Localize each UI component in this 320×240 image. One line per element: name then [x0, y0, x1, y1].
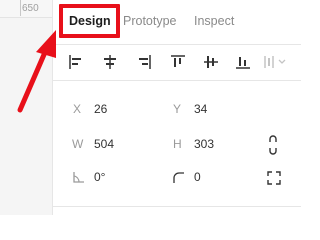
y-label: Y	[173, 102, 182, 116]
align-bottom-icon[interactable]	[233, 52, 253, 72]
independent-corners-icon[interactable]	[266, 170, 282, 186]
corner-radius-icon	[173, 172, 184, 183]
height-field[interactable]: H 303	[167, 135, 257, 155]
x-field[interactable]: X 26	[67, 100, 157, 120]
align-horizontal-center-icon[interactable]	[100, 52, 120, 72]
y-value: 34	[194, 102, 208, 116]
x-value: 26	[94, 102, 108, 116]
align-right-icon[interactable]	[134, 52, 154, 72]
w-label: W	[72, 137, 84, 151]
align-top-icon[interactable]	[168, 52, 188, 72]
width-field[interactable]: W 504	[67, 135, 157, 155]
rotation-icon	[73, 172, 84, 183]
x-label: X	[73, 102, 82, 116]
y-field[interactable]: Y 34	[167, 100, 257, 120]
tab-inspect[interactable]: Inspect	[194, 14, 234, 28]
align-vertical-center-icon[interactable]	[201, 52, 221, 72]
rotation-value: 0°	[94, 170, 106, 184]
highlight-box	[59, 4, 120, 38]
h-value: 303	[194, 137, 215, 151]
h-label: H	[173, 137, 182, 151]
panel-tabs: Design Prototype Inspect	[53, 0, 301, 45]
distribute-spacing-icon[interactable]	[262, 52, 288, 72]
alignment-toolbar	[53, 44, 301, 81]
ruler-label: 650	[22, 3, 39, 14]
canvas-area[interactable]: 650	[0, 0, 52, 215]
properties-panel: Design Prototype Inspect X 26 Y 34 W 504…	[52, 0, 301, 215]
w-value: 504	[94, 137, 115, 151]
tab-prototype[interactable]: Prototype	[123, 14, 177, 28]
ruler-tick	[20, 0, 21, 16]
corner-radius-value: 0	[194, 170, 201, 184]
corner-radius-field[interactable]: 0	[167, 168, 257, 188]
align-left-icon[interactable]	[66, 52, 86, 72]
ruler: 650	[0, 0, 52, 18]
link-proportions-icon[interactable]	[266, 135, 280, 155]
rotation-field[interactable]: 0°	[67, 168, 157, 188]
section-divider	[53, 206, 301, 207]
